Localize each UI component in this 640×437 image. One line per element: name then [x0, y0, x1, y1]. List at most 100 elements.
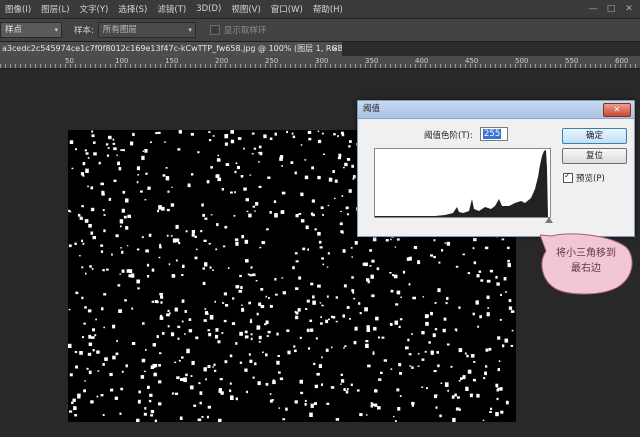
- speckle: [257, 152, 260, 154]
- sample-size-select[interactable]: 样点 ▾: [0, 22, 62, 38]
- preview-checkbox[interactable]: 预览(P): [563, 171, 605, 184]
- speckle: [399, 372, 402, 375]
- speckle: [454, 393, 457, 397]
- speckle: [83, 389, 86, 393]
- dialog-close-button[interactable]: ✕: [603, 103, 631, 117]
- ruler-tick: [260, 64, 261, 68]
- speckle: [413, 246, 418, 250]
- speckle: [484, 246, 489, 250]
- speckle: [330, 346, 333, 349]
- speckle: [485, 365, 488, 368]
- speckle: [166, 208, 170, 212]
- speckle: [352, 175, 356, 179]
- sample-layer-select[interactable]: 所有图层 ▾: [97, 22, 196, 38]
- menu-3d[interactable]: 3D(D): [191, 4, 226, 14]
- speckle: [142, 150, 144, 152]
- ruler-label: 50: [65, 57, 74, 65]
- document-tab[interactable]: a3cedc2c545974ce1c7f0f8012c169e13f47c-kC…: [0, 42, 342, 56]
- speckle: [412, 296, 416, 300]
- speckle: [279, 157, 283, 161]
- threshold-slider-handle[interactable]: [545, 217, 553, 223]
- tab-close-icon[interactable]: ×: [331, 42, 338, 56]
- speckle: [508, 299, 512, 303]
- speckle: [373, 326, 377, 331]
- speckle: [291, 132, 294, 135]
- speckle: [294, 400, 298, 404]
- speckle: [204, 262, 208, 267]
- speckle: [458, 348, 463, 353]
- close-icon[interactable]: ✕: [624, 4, 634, 14]
- speckle: [114, 396, 118, 400]
- speckle: [319, 302, 322, 304]
- speckle: [495, 412, 499, 417]
- ruler-tick: [335, 64, 336, 68]
- speckle: [195, 336, 199, 340]
- speckle: [121, 269, 125, 273]
- speckle: [446, 296, 449, 300]
- speckle: [342, 249, 346, 253]
- speckle: [93, 141, 96, 144]
- menu-view[interactable]: 视图(V): [226, 3, 265, 15]
- speckle: [167, 190, 170, 193]
- menu-select[interactable]: 选择(S): [113, 3, 152, 15]
- speckle: [235, 241, 239, 246]
- speckle: [358, 302, 361, 305]
- speckle: [504, 338, 509, 343]
- minimize-icon[interactable]: —: [588, 4, 598, 14]
- menu-help[interactable]: 帮助(H): [308, 3, 348, 15]
- document-tab-title: a3cedc2c545974ce1c7f0f8012c169e13f47c-kC…: [2, 44, 342, 53]
- speckle: [169, 312, 171, 315]
- speckle: [271, 399, 274, 401]
- speckle: [234, 170, 237, 174]
- ruler-label: 500: [515, 57, 529, 65]
- ruler-tick: [440, 64, 441, 68]
- speckle: [234, 191, 236, 194]
- menu-type[interactable]: 文字(Y): [75, 3, 114, 15]
- menu-image[interactable]: 图像(I): [0, 3, 36, 15]
- speckle: [394, 320, 398, 325]
- speckle: [95, 318, 97, 321]
- ruler-tick: [285, 64, 286, 68]
- ruler-label: 100: [115, 57, 129, 65]
- speckle: [153, 372, 157, 377]
- ruler-tick: [530, 64, 531, 68]
- menu-layer[interactable]: 图层(L): [36, 3, 74, 15]
- speckle: [150, 141, 152, 143]
- speckle: [161, 206, 165, 211]
- reset-button[interactable]: 复位: [562, 148, 627, 164]
- speckle: [241, 235, 245, 239]
- speckle: [165, 176, 170, 181]
- speckle: [84, 306, 87, 309]
- menu-window[interactable]: 窗口(W): [266, 3, 308, 15]
- options-bar: 样点 ▾ 样本: 所有图层 ▾ 显示取样环: [0, 19, 640, 42]
- speckle: [156, 335, 159, 339]
- threshold-level-label: 阈值色阶(T):: [424, 131, 473, 141]
- speckle: [68, 209, 71, 212]
- menu-filter[interactable]: 滤镜(T): [152, 3, 191, 15]
- speckle: [158, 256, 161, 259]
- ok-button[interactable]: 确定: [562, 128, 627, 144]
- speckle: [82, 242, 85, 245]
- speckle: [480, 279, 484, 282]
- show-sampling-ring-checkbox[interactable]: 显示取样环: [209, 24, 266, 36]
- speckle: [469, 393, 473, 398]
- speckle: [100, 244, 104, 247]
- dialog-title-bar[interactable]: 阈值 ✕: [358, 101, 634, 119]
- speckle: [207, 365, 211, 369]
- speckle: [104, 357, 108, 361]
- speckle: [312, 214, 315, 217]
- speckle: [184, 333, 186, 335]
- speckle: [103, 214, 106, 216]
- speckle: [425, 387, 428, 390]
- speckle: [269, 305, 273, 308]
- speckle: [381, 336, 385, 339]
- speckle: [90, 231, 94, 235]
- speckle: [215, 174, 219, 178]
- threshold-level-input[interactable]: 255: [480, 127, 508, 141]
- speckle: [317, 175, 321, 180]
- speckle: [299, 379, 303, 384]
- speckle: [364, 307, 368, 312]
- speckle: [435, 406, 438, 409]
- maximize-icon[interactable]: □: [606, 4, 616, 14]
- speckle: [168, 263, 171, 266]
